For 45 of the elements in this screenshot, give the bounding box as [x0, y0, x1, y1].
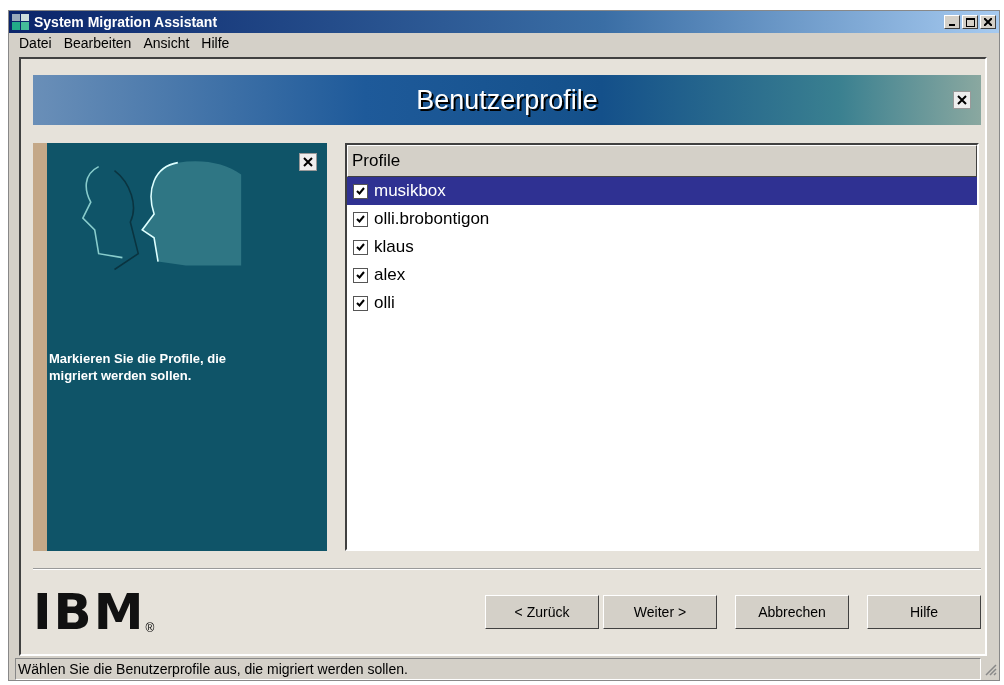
- resize-grip-icon: [983, 662, 997, 676]
- dialog-button[interactable]: Abbrechen: [735, 595, 849, 629]
- banner-title: Benutzerprofile: [416, 84, 598, 116]
- registered-mark: ®: [145, 621, 155, 635]
- checkbox[interactable]: [353, 295, 368, 311]
- checkbox[interactable]: [353, 183, 368, 199]
- dialog-button[interactable]: < Zurück: [485, 595, 599, 629]
- close-button[interactable]: [953, 91, 971, 109]
- checkbox[interactable]: [353, 211, 368, 227]
- menu-item[interactable]: Bearbeiten: [57, 35, 138, 51]
- checkmark-icon: [356, 298, 365, 308]
- profile-name: alex: [374, 265, 406, 285]
- list-row[interactable]: musikbox: [347, 177, 977, 205]
- list-row[interactable]: alex: [347, 261, 977, 289]
- close-icon: [957, 95, 967, 105]
- profile-name: musikbox: [374, 181, 446, 201]
- minimize-button[interactable]: [944, 15, 960, 29]
- close-icon: [303, 157, 313, 167]
- logo-text: IBM: [33, 589, 146, 635]
- list-row[interactable]: olli: [347, 289, 977, 317]
- list-row[interactable]: olli.brobontigon: [347, 205, 977, 233]
- dialog-button[interactable]: Hilfe: [867, 595, 981, 629]
- close-button[interactable]: [299, 153, 317, 171]
- status-text: Wählen Sie die Benutzerprofile aus, die migriert werden sollen.: [15, 658, 981, 680]
- checkmark-icon: [356, 214, 365, 224]
- instruction-text: Markieren Sie die Profile, die migriert werden sollen.: [49, 350, 227, 384]
- checkmark-icon: [356, 186, 365, 196]
- profile-name: olli: [374, 293, 395, 313]
- list-row[interactable]: klaus: [347, 233, 977, 261]
- maximize-button[interactable]: [962, 15, 978, 29]
- dialog-button[interactable]: Weiter >: [603, 595, 717, 629]
- checkbox[interactable]: [353, 267, 368, 283]
- maximize-icon: [965, 17, 975, 27]
- checkbox[interactable]: [353, 239, 368, 255]
- close-icon: [984, 18, 992, 26]
- checkmark-icon: [356, 270, 365, 280]
- checkmark-icon: [356, 242, 365, 252]
- profile-name: klaus: [374, 237, 414, 257]
- window-title: System Migration Assistant: [34, 14, 219, 30]
- profile-name: olli.brobontigon: [374, 209, 490, 229]
- menu-item[interactable]: Hilfe: [195, 35, 236, 51]
- menu-item[interactable]: Datei: [13, 35, 58, 51]
- app-icon: [12, 14, 30, 30]
- menu-item[interactable]: Ansicht: [137, 35, 196, 51]
- column-header[interactable]: Profile: [347, 145, 977, 177]
